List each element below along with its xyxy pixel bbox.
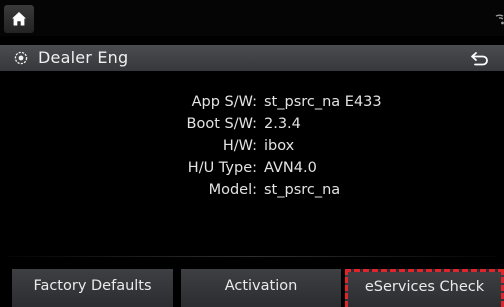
model-row: Model: st_psrc_na <box>0 179 504 201</box>
boot-sw-row: Boot S/W: 2.3.4 <box>0 113 504 135</box>
hu-type-row: H/U Type: AVN4.0 <box>0 157 504 179</box>
hu-type-value: AVN4.0 <box>264 160 317 176</box>
title-bar: Dealer Eng <box>0 45 504 71</box>
status-bar <box>0 0 504 36</box>
divider <box>8 256 496 257</box>
home-icon <box>12 12 26 26</box>
activation-button[interactable]: Activation <box>181 269 341 307</box>
model-label: Model: <box>208 182 257 198</box>
app-sw-row: App S/W: st_psrc_na E433 <box>0 91 504 113</box>
hw-label: H/W: <box>222 138 257 154</box>
eservices-check-button[interactable]: eServices Check <box>345 269 504 307</box>
hw-value: ibox <box>264 138 295 154</box>
hw-row: H/W: ibox <box>0 135 504 157</box>
boot-sw-label: Boot S/W: <box>186 116 257 132</box>
wifi-signal-icon <box>495 14 504 25</box>
home-button[interactable] <box>4 5 34 33</box>
back-arrow-icon[interactable] <box>470 51 490 67</box>
boot-sw-value: 2.3.4 <box>264 116 301 132</box>
factory-defaults-button[interactable]: Factory Defaults <box>12 269 173 307</box>
app-sw-label: App S/W: <box>191 94 257 110</box>
dealer-eng-screen: Dealer Eng App S/W: st_psrc_na E433 Boot… <box>0 0 504 307</box>
page-title: Dealer Eng <box>38 48 129 67</box>
settings-gear-icon <box>14 51 28 65</box>
hu-type-label: H/U Type: <box>187 160 257 176</box>
model-value: st_psrc_na <box>264 182 341 198</box>
app-sw-value: st_psrc_na E433 <box>264 94 382 110</box>
